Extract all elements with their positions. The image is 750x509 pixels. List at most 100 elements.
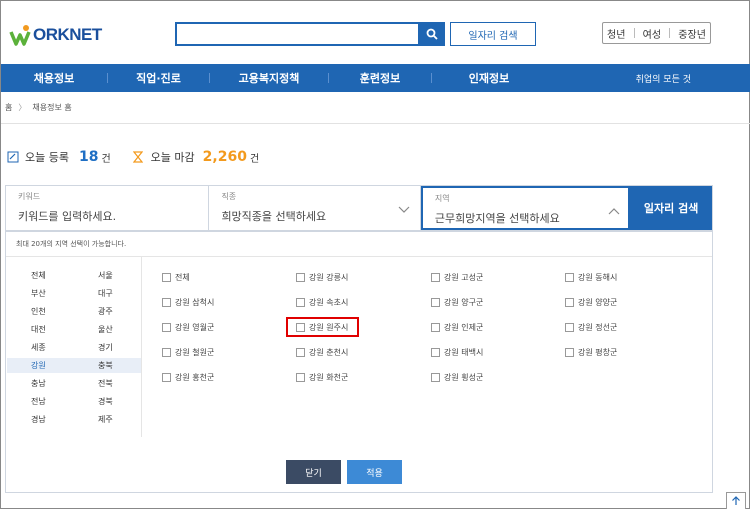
arrow-up-icon	[732, 496, 740, 505]
search-button[interactable]	[419, 22, 445, 46]
audience-women[interactable]: 여성	[643, 26, 661, 41]
district-checkbox[interactable]: 강원 화천군	[296, 370, 348, 384]
checkbox-icon	[162, 272, 171, 282]
hourglass-icon	[132, 151, 143, 163]
checkbox-icon	[296, 372, 305, 382]
region-item[interactable]: 부산	[31, 286, 46, 301]
region-item[interactable]: 울산	[98, 322, 113, 337]
checkbox-icon	[431, 347, 440, 357]
search-input[interactable]	[175, 22, 420, 46]
region-label: 지역	[434, 194, 450, 203]
region-item[interactable]: 세종	[31, 340, 46, 355]
checkbox-icon	[431, 372, 440, 382]
district-checkbox[interactable]: 강원 삼척시	[162, 295, 214, 309]
region-item[interactable]: 충남	[31, 376, 46, 391]
job-search-button[interactable]: 일자리 검색	[450, 22, 536, 46]
region-item[interactable]: 대전	[31, 322, 46, 337]
region-list: 전체 부산 인천 대전 세종 강원 충남 전남 경남 서울 대구 광주 울산 경…	[6, 257, 142, 437]
district-checkbox[interactable]: 강원 인제군	[431, 320, 483, 334]
today-closing-count[interactable]: 2,260	[203, 149, 247, 165]
selection-highlight	[286, 317, 359, 337]
today-registered-count[interactable]: 18	[79, 149, 98, 165]
nav-item-jobs[interactable]: 채용정보	[1, 70, 107, 86]
job-type-field[interactable]: 직종 희망직종을 선택하세요	[209, 186, 421, 230]
district-checkbox[interactable]: 강원 양양군	[565, 295, 617, 309]
region-item[interactable]: 전체	[31, 268, 46, 283]
nav-item-talent[interactable]: 인재정보	[432, 70, 546, 86]
checkbox-icon	[162, 297, 171, 307]
chevron-up-icon[interactable]	[608, 208, 620, 215]
district-checkbox[interactable]: 전체	[162, 270, 190, 284]
panel-actions: 닫기 적용	[6, 460, 712, 484]
region-item[interactable]: 충북	[98, 358, 113, 373]
logo-text: ORKNET	[33, 25, 102, 44]
keyword-field[interactable]: 키워드 키워드를 입력하세요.	[6, 186, 210, 230]
worknet-logo[interactable]: ORKNET	[9, 23, 102, 47]
checkbox-icon	[296, 297, 305, 307]
district-checkbox[interactable]: 강원 춘천시	[296, 345, 348, 359]
region-item[interactable]: 경남	[31, 412, 46, 427]
keyword-input[interactable]: 키워드를 입력하세요.	[18, 208, 196, 224]
checkbox-icon	[162, 347, 171, 357]
checkbox-icon	[565, 272, 574, 282]
nav-item-career[interactable]: 직업·진로	[108, 70, 209, 86]
search-icon	[426, 28, 438, 40]
breadcrumb-home[interactable]: 홈	[5, 102, 12, 113]
district-checkbox[interactable]: 강원 고성군	[431, 270, 483, 284]
checkbox-icon	[565, 297, 574, 307]
checkbox-icon	[431, 322, 440, 332]
district-checkbox[interactable]: 강원 홍천군	[162, 370, 214, 384]
district-checkbox[interactable]: 강원 정선군	[565, 320, 617, 334]
scroll-top-button[interactable]	[726, 492, 746, 509]
job-type-label: 직종	[221, 192, 237, 201]
district-checkbox[interactable]: 강원 철원군	[162, 345, 214, 359]
region-item[interactable]: 제주	[98, 412, 113, 427]
breadcrumb-current: 채용정보 홈	[32, 103, 72, 112]
district-checkbox[interactable]: 강원 양구군	[431, 295, 483, 309]
checkbox-icon	[565, 347, 574, 357]
job-type-select[interactable]: 희망직종을 선택하세요	[221, 208, 407, 224]
region-item[interactable]: 전북	[98, 376, 113, 391]
close-button[interactable]: 닫기	[286, 460, 341, 484]
district-checkbox[interactable]: 강원 강릉시	[296, 270, 348, 284]
chevron-right-icon: 〉	[18, 103, 27, 112]
apply-button[interactable]: 적용	[347, 460, 402, 484]
audience-youth[interactable]: 청년	[607, 26, 625, 41]
checkbox-icon	[296, 347, 305, 357]
district-checkbox[interactable]: 강원 평창군	[565, 345, 617, 359]
checkbox-icon	[565, 322, 574, 332]
region-field[interactable]: 지역 근무희망지역을 선택하세요	[420, 186, 631, 230]
district-checkbox[interactable]: 강원 횡성군	[431, 370, 483, 384]
region-item[interactable]: 인천	[31, 304, 46, 319]
region-item[interactable]: 대구	[98, 286, 113, 301]
region-item-selected[interactable]: 강원	[7, 358, 141, 373]
region-select[interactable]: 근무희망지역을 선택하세요	[435, 210, 616, 226]
district-checkbox[interactable]: 강원 속초시	[296, 295, 348, 309]
divider	[669, 28, 671, 38]
register-icon	[7, 151, 19, 163]
district-checkbox[interactable]: 강원 영월군	[162, 320, 214, 334]
nav-all-menu[interactable]: 취업의 모든 것	[636, 72, 691, 85]
breadcrumb: 홈 〉 채용정보 홈	[5, 102, 72, 113]
region-item[interactable]: 광주	[98, 304, 113, 319]
chevron-down-icon[interactable]	[398, 206, 410, 213]
filter-search-button[interactable]: 일자리 검색	[630, 186, 712, 230]
nav-item-welfare[interactable]: 고용복지정책	[210, 70, 328, 86]
today-registered-label: 오늘 등록	[25, 151, 69, 164]
audience-middle-aged[interactable]: 중장년	[678, 26, 706, 41]
region-item[interactable]: 전남	[31, 394, 46, 409]
region-item[interactable]: 경기	[98, 340, 113, 355]
divider	[1, 123, 750, 124]
region-item[interactable]: 서울	[98, 268, 113, 283]
logo-mark-icon	[9, 24, 37, 46]
nav-item-training[interactable]: 훈련정보	[329, 70, 431, 86]
district-checkbox[interactable]: 강원 태백시	[431, 345, 483, 359]
district-checkbox[interactable]: 강원 동해시	[565, 270, 617, 284]
job-stats: 오늘 등록 18 건 오늘 마감 2,260 건	[7, 149, 259, 165]
checkbox-icon	[296, 272, 305, 282]
keyword-label: 키워드	[18, 192, 41, 201]
checkbox-icon	[162, 372, 171, 382]
region-item[interactable]: 경북	[98, 394, 113, 409]
checkbox-icon	[431, 297, 440, 307]
unit-label: 건	[101, 153, 111, 165]
